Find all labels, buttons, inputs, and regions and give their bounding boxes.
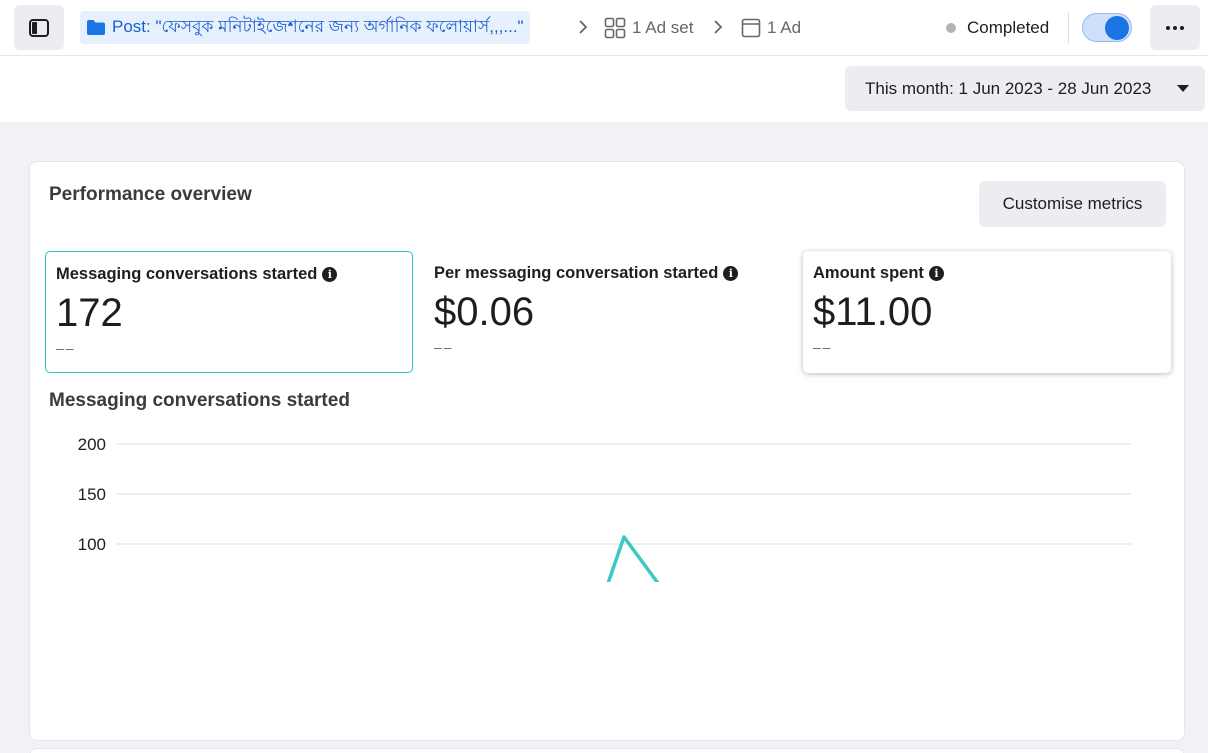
metric-label: Messaging conversations started bbox=[56, 265, 318, 283]
metric-label: Per messaging conversation started bbox=[434, 264, 719, 282]
info-icon[interactable]: i bbox=[322, 267, 338, 282]
date-range-bar: This month: 1 Jun 2023 - 28 Jun 2023 bbox=[0, 56, 1208, 122]
more-icon bbox=[1166, 25, 1170, 30]
metric-value: $0.06 bbox=[434, 290, 535, 334]
breadcrumb-ad[interactable]: 1 Ad bbox=[741, 11, 801, 44]
side-panel-toggle-button[interactable] bbox=[14, 5, 64, 50]
status-dot-icon bbox=[946, 22, 956, 33]
metric-change: –– bbox=[434, 339, 454, 355]
metric-card-amount-spent[interactable]: Amount spent i $11.00 –– bbox=[803, 251, 1171, 373]
metric-change: –– bbox=[56, 340, 76, 356]
y-tick-label: 200 bbox=[78, 435, 106, 454]
metric-value: 172 bbox=[56, 291, 123, 335]
breadcrumb-campaign[interactable]: Post: "ফেসবুক মনিটাইজেশনের জন্য অর্গানিক… bbox=[80, 11, 530, 44]
status-label: Completed bbox=[967, 17, 1050, 37]
y-tick-label: 100 bbox=[78, 535, 106, 554]
date-range-label: This month: 1 Jun 2023 - 28 Jun 2023 bbox=[865, 78, 1152, 98]
chart-title: Messaging conversations started bbox=[49, 390, 350, 411]
next-card-edge bbox=[29, 748, 1185, 753]
customise-metrics-button[interactable]: Customise metrics bbox=[979, 181, 1166, 227]
info-icon[interactable]: i bbox=[928, 266, 944, 281]
toggle-knob bbox=[1105, 16, 1129, 40]
metric-card-messaging-conversations[interactable]: Messaging conversations started i 172 –– bbox=[45, 251, 413, 373]
chevron-right-icon bbox=[576, 17, 590, 37]
metric-label: Amount spent bbox=[813, 264, 924, 282]
breadcrumb-adset-label: 1 Ad set bbox=[632, 17, 694, 37]
breadcrumb-ad-label: 1 Ad bbox=[767, 17, 802, 37]
side-panel-icon bbox=[29, 18, 49, 37]
grid-icon bbox=[604, 17, 626, 38]
metric-card-cost-per-conversation[interactable]: Per messaging conversation started i $0.… bbox=[424, 251, 792, 373]
delivery-status: Completed bbox=[946, 11, 1049, 44]
more-options-button[interactable] bbox=[1150, 5, 1200, 50]
date-range-picker[interactable]: This month: 1 Jun 2023 - 28 Jun 2023 bbox=[845, 66, 1205, 111]
metric-value: $11.00 bbox=[813, 290, 933, 334]
caret-down-icon bbox=[1177, 85, 1189, 92]
breadcrumb-adset[interactable]: 1 Ad set bbox=[604, 11, 693, 44]
performance-overview-card: Performance overview Customise metrics M… bbox=[29, 161, 1185, 741]
line-chart: 0501001502001 Jun4 Jun7 Jun10 Jun13 Jun1… bbox=[78, 435, 1131, 582]
data-point bbox=[622, 535, 626, 539]
divider bbox=[1068, 13, 1069, 43]
metric-change: –– bbox=[813, 339, 833, 355]
folder-icon bbox=[87, 20, 105, 35]
performance-overview-title: Performance overview bbox=[49, 184, 252, 205]
breadcrumb-campaign-label: Post: "ফেসবুক মনিটাইজেশনের জন্য অর্গানিক… bbox=[112, 16, 524, 36]
chevron-right-icon bbox=[711, 17, 725, 37]
ad-icon bbox=[741, 18, 761, 37]
top-toolbar: Post: "ফেসবুক মনিটাইজেশনের জন্য অর্গানিক… bbox=[0, 0, 1208, 56]
info-icon[interactable]: i bbox=[723, 266, 739, 281]
y-tick-label: 150 bbox=[78, 485, 106, 504]
on-off-toggle[interactable] bbox=[1082, 13, 1132, 42]
